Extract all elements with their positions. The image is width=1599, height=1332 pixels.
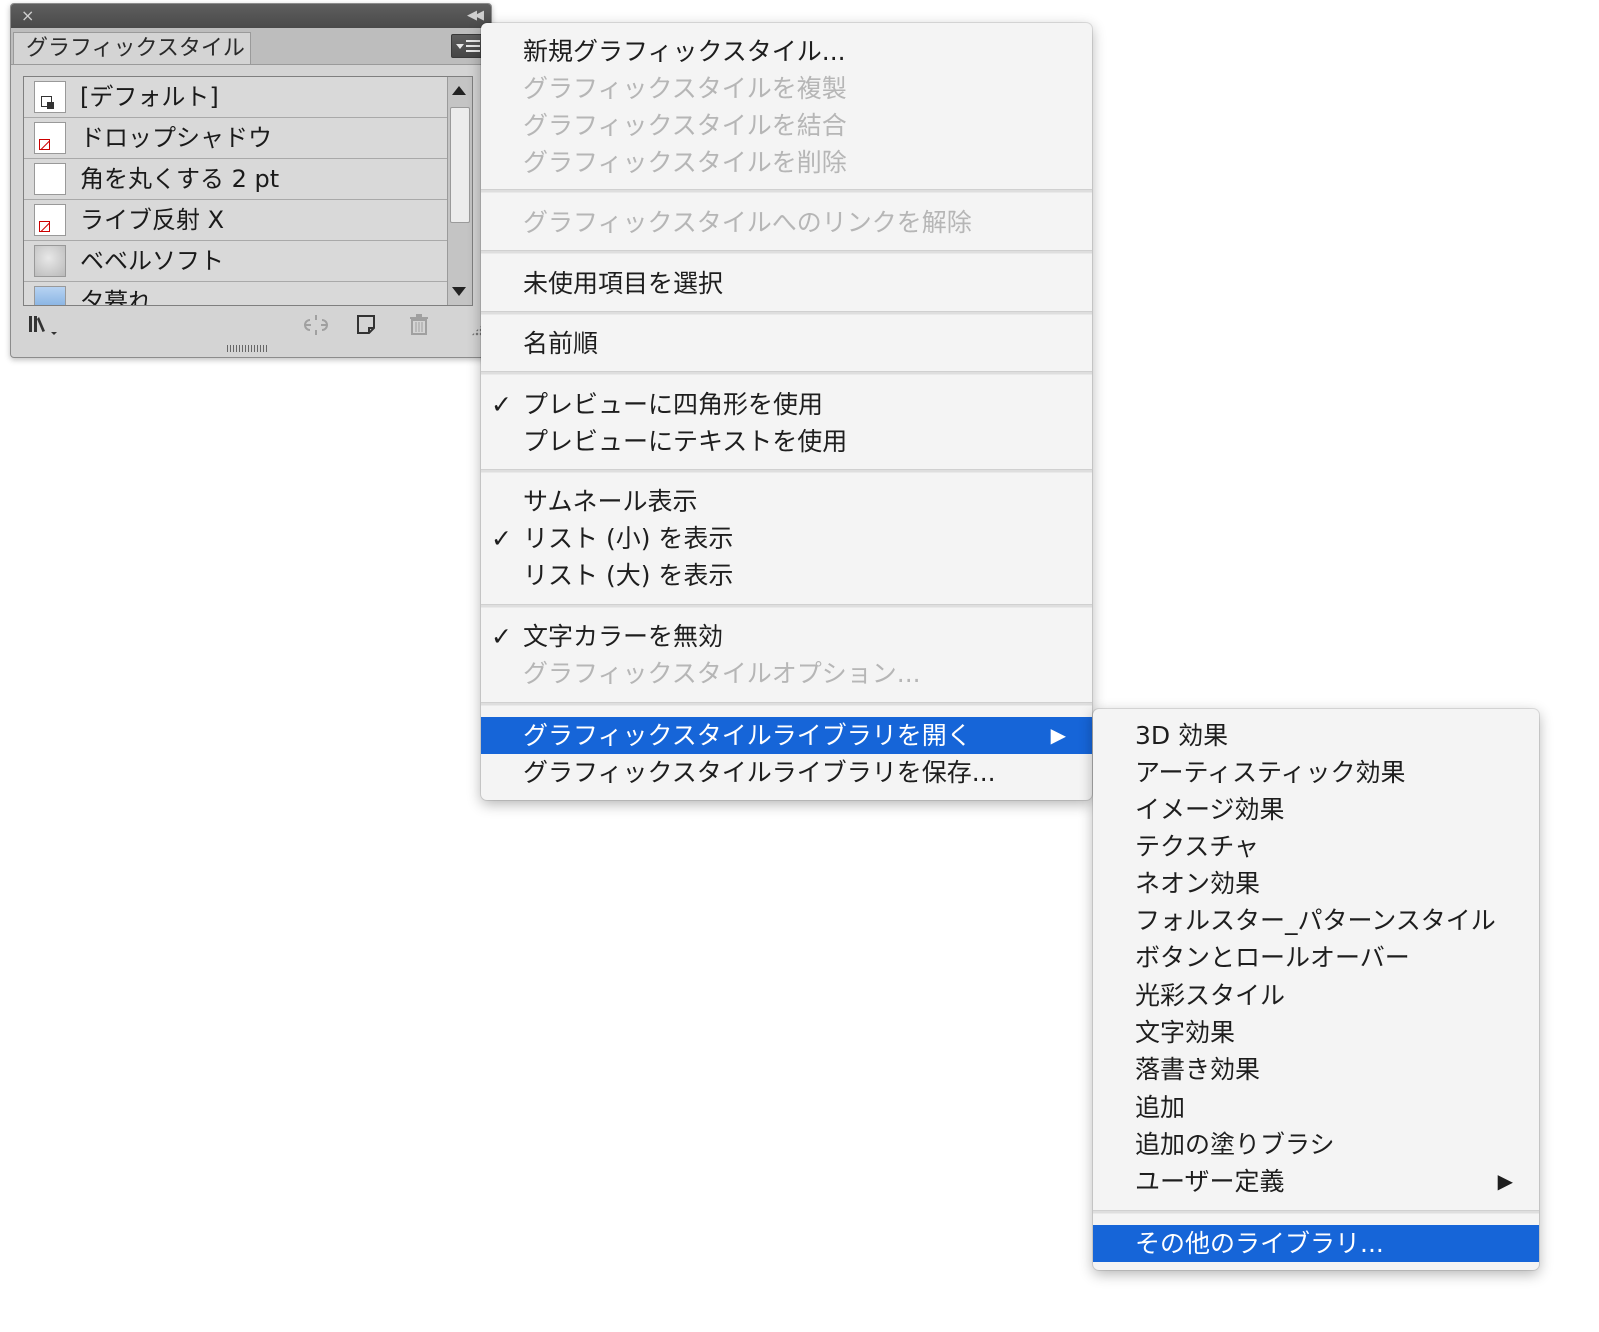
submenu-item-textures[interactable]: テクスチャ (1093, 828, 1539, 865)
scroll-up-arrow-icon[interactable] (452, 86, 466, 95)
submenu-item-artistic-effects[interactable]: アーティスティック効果 (1093, 754, 1539, 791)
menu-item-override-character-color[interactable]: ✓ 文字カラーを無効 (481, 618, 1092, 655)
style-thumbnail-default (34, 81, 66, 113)
menu-item-select-unused[interactable]: 未使用項目を選択 (481, 265, 1092, 302)
style-thumbnail-bevel (34, 245, 66, 277)
submenu-item-user-defined[interactable]: ユーザー定義 ▶ (1093, 1163, 1539, 1200)
menu-item-save-graphic-style-library[interactable]: グラフィックスタイルライブラリを保存... (481, 754, 1092, 791)
close-icon[interactable]: × (21, 6, 34, 26)
menu-item-preview-square[interactable]: ✓ プレビューに四角形を使用 (481, 386, 1092, 423)
list-item-label: 夕暮れ (80, 288, 152, 306)
submenu-item-neon-effects[interactable]: ネオン効果 (1093, 865, 1539, 902)
library-submenu: 3D 効果 アーティスティック効果 イメージ効果 テクスチャ ネオン効果 フォル… (1093, 709, 1539, 1270)
menu-item-small-list-view[interactable]: ✓ リスト (小) を表示 (481, 520, 1092, 557)
style-thumbnail-none (34, 122, 66, 154)
menu-item-new-graphic-style[interactable]: 新規グラフィックスタイル... (481, 33, 1092, 70)
list-item[interactable]: ドロップシャドウ (24, 118, 448, 159)
checkmark-icon: ✓ (491, 390, 512, 419)
list-item-label: ライブ反射 X (80, 206, 225, 234)
menu-separator (481, 371, 1092, 375)
menu-separator (481, 604, 1092, 608)
list-item[interactable]: 夕暮れ (24, 282, 448, 306)
chevron-down-icon (456, 44, 464, 49)
menu-item-preview-text[interactable]: プレビューにテキストを使用 (481, 423, 1092, 460)
list-item-label: 角を丸くする 2 pt (80, 165, 280, 193)
panel-resize-handle[interactable] (227, 345, 267, 352)
menu-item-large-list-view[interactable]: リスト (大) を表示 (481, 557, 1092, 594)
submenu-item-3d-effects[interactable]: 3D 効果 (1093, 717, 1539, 754)
style-thumbnail-blank (34, 163, 66, 195)
graphic-style-libraries-menu-icon[interactable] (27, 312, 63, 345)
trash-icon[interactable] (407, 312, 431, 345)
menu-separator (481, 311, 1092, 315)
submenu-arrow-icon: ▶ (1050, 723, 1066, 747)
menu-separator (481, 469, 1092, 473)
tab-graphic-styles[interactable]: グラフィックスタイル (13, 32, 251, 64)
menu-item-thumbnail-view[interactable]: サムネール表示 (481, 483, 1092, 520)
menu-item-open-graphic-style-library[interactable]: グラフィックスタイルライブラリを開く ▶ (481, 717, 1092, 754)
collapse-panel-icon[interactable]: ◀◀ (467, 6, 484, 26)
new-graphic-style-icon[interactable] (355, 312, 379, 345)
menu-separator (481, 702, 1092, 706)
hamburger-menu-icon (466, 40, 480, 52)
style-thumbnail-blue (34, 286, 66, 305)
graphic-style-list: [デフォルト] ドロップシャドウ 角を丸くする 2 pt ライブ反射 X ベベル… (23, 76, 473, 306)
menu-item-sort-by-name[interactable]: 名前順 (481, 325, 1092, 362)
submenu-item-other-library[interactable]: その他のライブラリ... (1093, 1225, 1539, 1262)
scroll-down-arrow-icon[interactable] (452, 287, 466, 296)
list-item-label: ベベルソフト (80, 247, 224, 275)
submenu-item-image-effects[interactable]: イメージ効果 (1093, 791, 1539, 828)
list-item[interactable]: ライブ反射 X (24, 200, 448, 241)
submenu-item-scribble-effects[interactable]: 落書き効果 (1093, 1051, 1539, 1088)
panel-titlebar[interactable]: × ◀◀ (11, 4, 491, 28)
submenu-item-text-effects[interactable]: 文字効果 (1093, 1014, 1539, 1051)
list-item-label: [デフォルト] (80, 83, 219, 111)
submenu-arrow-icon: ▶ (1497, 1169, 1513, 1193)
menu-separator (481, 250, 1092, 254)
list-item-label: ドロップシャドウ (80, 124, 272, 152)
checkmark-icon: ✓ (491, 524, 512, 553)
submenu-item-pattern-styles[interactable]: フォルスター_パターンスタイル (1093, 902, 1539, 939)
graphic-styles-panel: × ◀◀ グラフィックスタイル [デフォルト] ドロップシャドウ 角を丸くする … (10, 3, 492, 358)
menu-item-break-link[interactable]: グラフィックスタイルへのリンクを解除 (481, 204, 1092, 241)
panel-menu-button[interactable] (451, 34, 485, 58)
list-item[interactable]: [デフォルト] (24, 77, 448, 118)
panel-flyout-menu: 新規グラフィックスタイル... グラフィックスタイルを複製 グラフィックスタイル… (481, 23, 1092, 800)
list-scrollbar[interactable] (447, 77, 472, 305)
break-link-icon[interactable] (301, 312, 331, 345)
menu-separator (1093, 1210, 1539, 1214)
checkmark-icon: ✓ (491, 622, 512, 651)
submenu-item-buttons-rollovers[interactable]: ボタンとロールオーバー (1093, 939, 1539, 976)
menu-item-duplicate-graphic-style[interactable]: グラフィックスタイルを複製 (481, 70, 1092, 107)
list-item[interactable]: 角を丸くする 2 pt (24, 159, 448, 200)
submenu-item-glow-styles[interactable]: 光彩スタイル (1093, 977, 1539, 1014)
submenu-item-additive-blob-brush[interactable]: 追加の塗りブラシ (1093, 1126, 1539, 1163)
menu-item-merge-graphic-styles[interactable]: グラフィックスタイルを結合 (481, 107, 1092, 144)
submenu-item-additive[interactable]: 追加 (1093, 1089, 1539, 1126)
menu-separator (481, 189, 1092, 193)
list-item[interactable]: ベベルソフト (24, 241, 448, 282)
style-thumbnail-none (34, 204, 66, 236)
panel-tab-strip: グラフィックスタイル (11, 28, 491, 65)
scroll-thumb[interactable] (450, 107, 470, 223)
menu-item-delete-graphic-style[interactable]: グラフィックスタイルを削除 (481, 144, 1092, 181)
menu-item-graphic-style-options[interactable]: グラフィックスタイルオプション... (481, 655, 1092, 692)
